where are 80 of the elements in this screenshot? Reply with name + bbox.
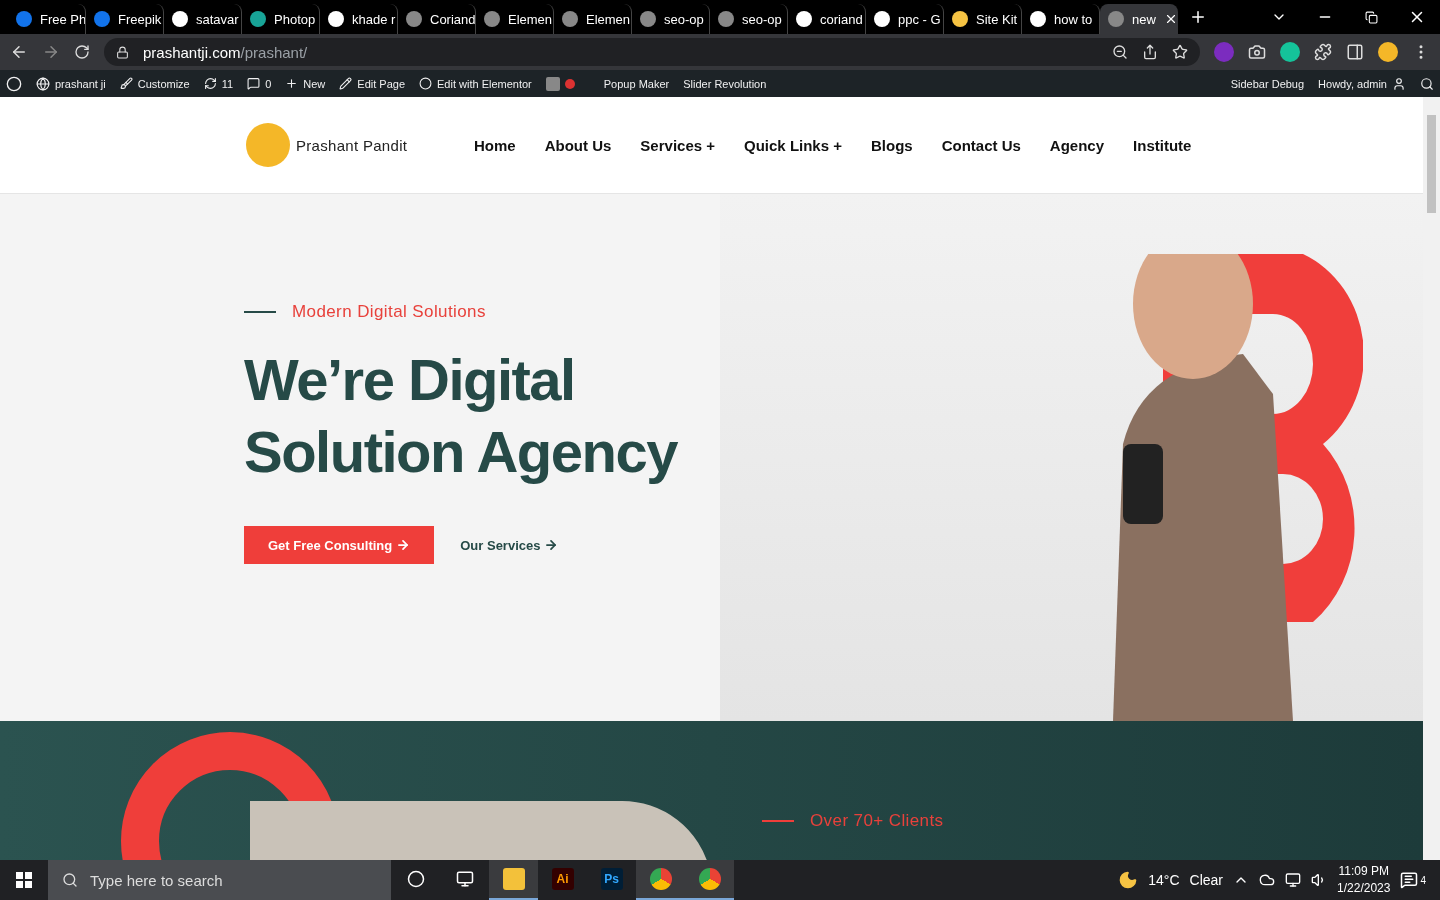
admin-bar-link[interactable]: Howdy, admin bbox=[1318, 77, 1387, 90]
admin-bar-link[interactable]: 11 bbox=[221, 77, 234, 90]
zoom-out-icon[interactable] bbox=[1112, 44, 1128, 60]
favicon-icon bbox=[172, 11, 188, 27]
favicon-icon bbox=[718, 11, 734, 27]
admin-bar-link[interactable]: Edit Page bbox=[357, 77, 405, 90]
nav-link[interactable]: Quick Links + bbox=[744, 136, 842, 154]
back-icon[interactable] bbox=[10, 43, 28, 61]
hero-eyebrow: Modern Digital Solutions bbox=[292, 302, 486, 322]
refresh-icon bbox=[203, 77, 217, 90]
puzzle-icon[interactable] bbox=[1314, 43, 1332, 61]
admin-bar-link[interactable]: prashant ji bbox=[55, 77, 106, 90]
nav-link[interactable]: Blogs bbox=[871, 136, 913, 154]
comment-icon bbox=[247, 77, 261, 90]
illustrator-icon[interactable]: Ai bbox=[551, 868, 574, 890]
notification-icon[interactable] bbox=[1400, 871, 1419, 889]
favicon-icon bbox=[874, 11, 890, 27]
browser-tab[interactable]: new bbox=[1100, 4, 1178, 34]
search-icon[interactable] bbox=[1420, 76, 1434, 91]
favicon-icon bbox=[1108, 11, 1124, 27]
forward-icon[interactable] bbox=[42, 43, 60, 61]
arrow-right-icon bbox=[396, 538, 411, 552]
lock-icon bbox=[116, 45, 129, 59]
profile-icon[interactable] bbox=[1378, 42, 1398, 62]
nav-link[interactable]: Contact Us bbox=[941, 136, 1021, 154]
camera-icon[interactable] bbox=[1248, 43, 1266, 61]
admin-bar-link[interactable]: New bbox=[303, 77, 326, 90]
brush-icon bbox=[119, 77, 133, 90]
nav-link[interactable]: Services + bbox=[640, 136, 716, 154]
admin-bar-link[interactable]: Customize bbox=[137, 77, 190, 90]
clients-eyebrow: Over 70+ Clients bbox=[810, 811, 944, 831]
clock-date[interactable]: 1/22/2023 bbox=[1337, 880, 1391, 897]
nav-link[interactable]: Institute bbox=[1133, 136, 1192, 154]
new-tab-icon[interactable] bbox=[1189, 8, 1207, 26]
cloud-icon[interactable] bbox=[1259, 872, 1276, 888]
favicon-icon bbox=[94, 11, 110, 27]
favicon-icon bbox=[250, 11, 266, 27]
pencil-icon bbox=[339, 77, 353, 90]
hero-title: We’re Digital Solution Agency bbox=[244, 346, 679, 486]
clock-time[interactable]: 11:09 PM bbox=[1338, 863, 1389, 880]
side-panel-icon[interactable] bbox=[1346, 43, 1364, 61]
favicon-icon bbox=[640, 11, 656, 27]
favicon-icon bbox=[328, 11, 344, 27]
nav-link[interactable]: Home bbox=[474, 136, 516, 154]
reload-icon[interactable] bbox=[74, 44, 90, 60]
photoshop-icon[interactable]: Ps bbox=[600, 868, 623, 890]
scrollbar-thumb[interactable] bbox=[1427, 115, 1436, 213]
star-icon[interactable] bbox=[1172, 44, 1188, 60]
favicon-icon bbox=[406, 11, 422, 27]
services-link[interactable]: Our Services bbox=[460, 537, 559, 553]
search-icon bbox=[62, 872, 78, 888]
favicon-icon bbox=[1030, 11, 1046, 27]
admin-bar-link[interactable]: Sidebar Debug bbox=[1230, 77, 1305, 90]
favicon-icon bbox=[484, 11, 500, 27]
moon-icon bbox=[1118, 870, 1139, 890]
admin-bar-link[interactable]: Edit with Elementor bbox=[437, 77, 532, 90]
taskbar-search-field[interactable]: Type here to search bbox=[48, 860, 391, 900]
url-text: prashantji.com/prashant/ bbox=[143, 43, 308, 61]
weather-text[interactable]: Clear bbox=[1189, 872, 1224, 888]
logo-text[interactable]: Prashant Pandit bbox=[296, 136, 408, 154]
admin-bar-link[interactable]: 0 bbox=[265, 77, 272, 90]
avatar-icon bbox=[1392, 76, 1406, 91]
favicon-icon bbox=[16, 11, 32, 27]
admin-bar-link[interactable]: Slider Revolution bbox=[683, 77, 767, 90]
nav-link[interactable]: Agency bbox=[1049, 136, 1105, 154]
temperature-text[interactable]: 14°C bbox=[1148, 872, 1180, 888]
consulting-button[interactable]: Get Free Consulting bbox=[244, 526, 435, 564]
nav-link[interactable]: About Us bbox=[544, 136, 612, 154]
favicon-icon bbox=[796, 11, 812, 27]
favicon-icon bbox=[562, 11, 578, 27]
plus-icon bbox=[285, 77, 299, 90]
favicon-icon bbox=[952, 11, 968, 27]
address-bar[interactable]: prashantji.com/prashant/ bbox=[104, 38, 1200, 66]
extension-icon[interactable] bbox=[1280, 42, 1300, 62]
windows-icon[interactable] bbox=[16, 872, 32, 888]
arrow-right-icon bbox=[544, 538, 559, 552]
share-icon[interactable] bbox=[1142, 44, 1158, 60]
notification-count: 4 bbox=[1420, 874, 1426, 886]
restore-icon[interactable] bbox=[1364, 10, 1378, 24]
admin-bar-link[interactable]: Popup Maker bbox=[603, 77, 670, 90]
